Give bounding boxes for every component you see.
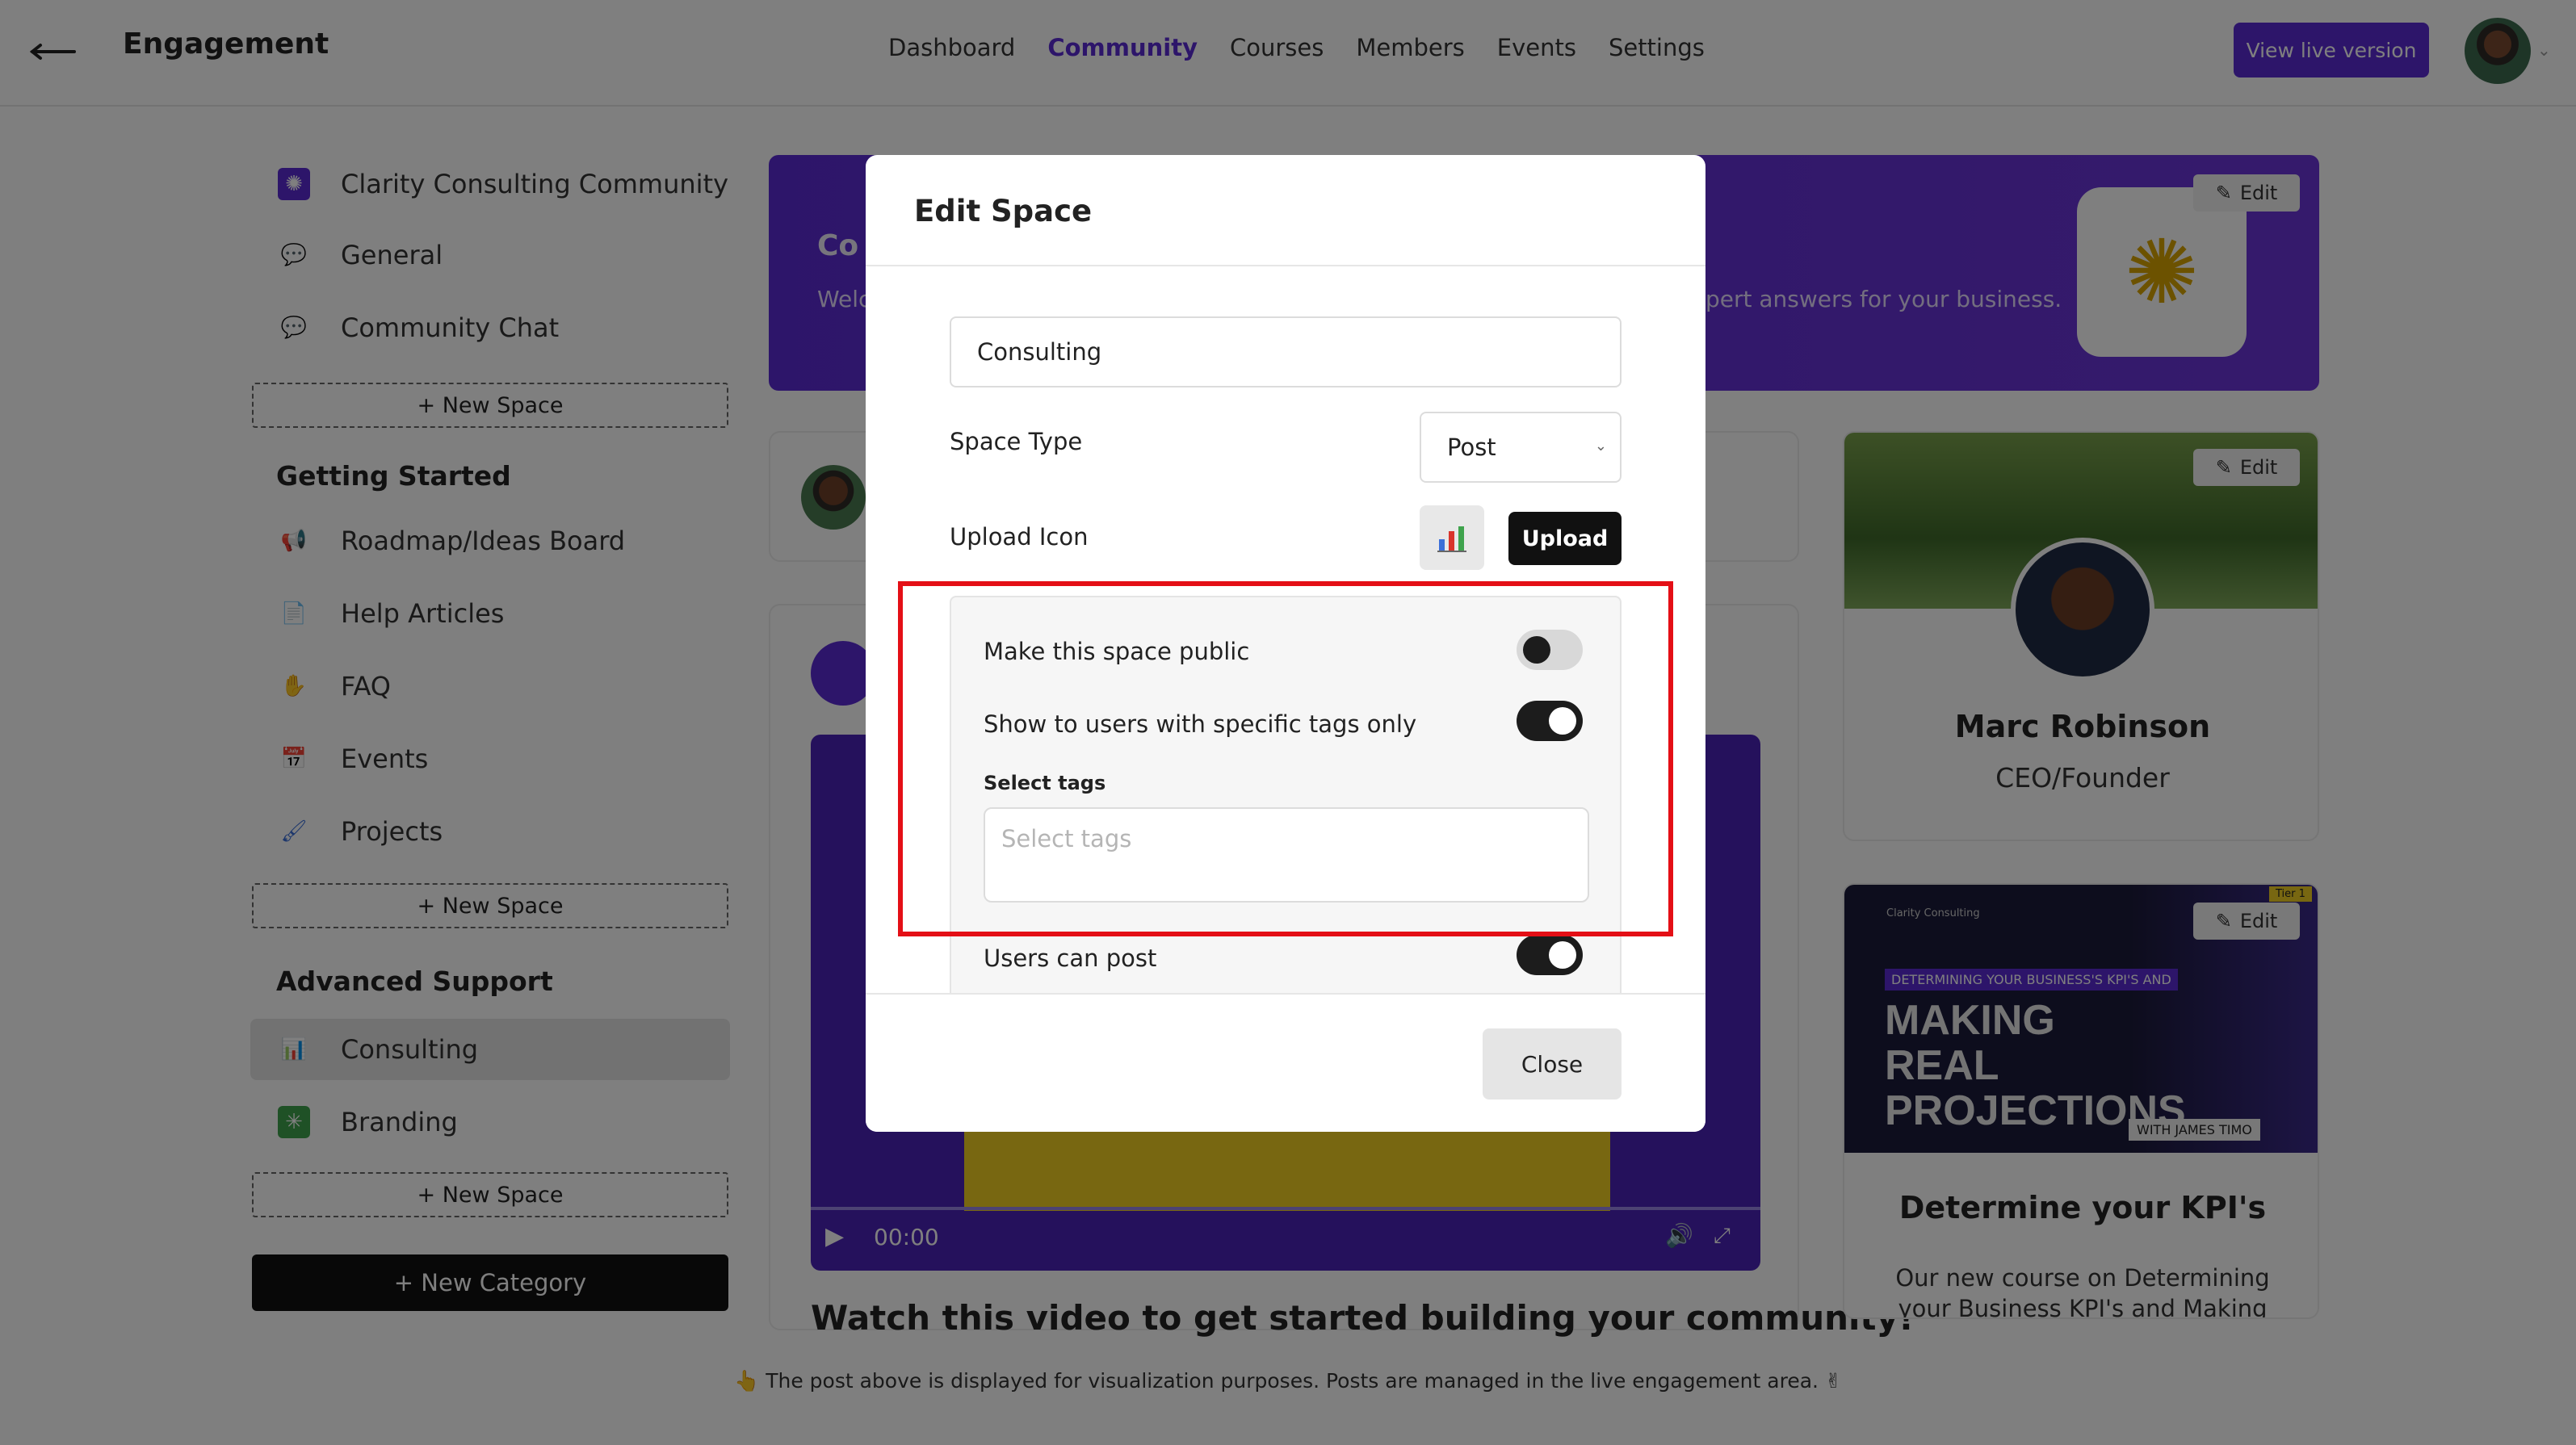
toggle-label-users-can-post: Users can post [984, 944, 1157, 972]
chevron-down-icon: ⌄ [1594, 438, 1607, 454]
divider [866, 993, 1705, 995]
upload-button[interactable]: Upload [1508, 512, 1622, 565]
highlight-annotation [898, 581, 1673, 936]
modal-title: Edit Space [914, 194, 1093, 228]
close-button[interactable]: Close [1483, 1028, 1622, 1099]
upload-icon-label: Upload Icon [950, 523, 1089, 551]
space-type-select[interactable]: Post ⌄ [1420, 412, 1622, 483]
users-can-post-toggle[interactable] [1517, 935, 1583, 975]
space-name-input[interactable] [950, 316, 1622, 387]
space-type-label: Space Type [950, 428, 1083, 455]
bar-chart-icon [1420, 505, 1484, 570]
divider [866, 265, 1705, 266]
